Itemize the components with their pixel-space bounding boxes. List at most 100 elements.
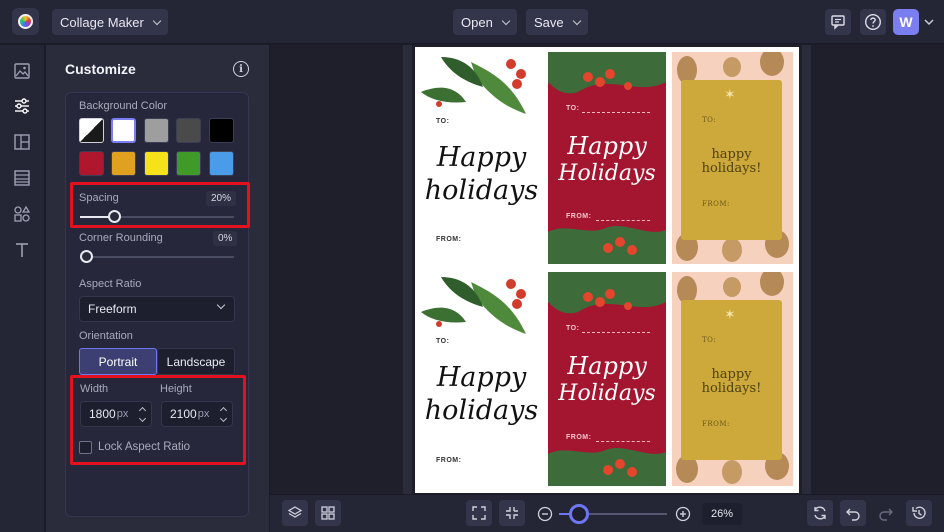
gold-top-message-line2: holidays! bbox=[701, 161, 762, 176]
expand-icon bbox=[472, 506, 486, 520]
top-bar: Collage Maker Open Save W bbox=[0, 0, 944, 44]
chevron-down-icon bbox=[572, 16, 581, 25]
redo-button[interactable] bbox=[873, 500, 899, 526]
info-icon[interactable]: i bbox=[233, 61, 249, 77]
app-logo[interactable] bbox=[12, 8, 39, 35]
spacing-slider-handle[interactable] bbox=[108, 210, 121, 223]
width-unit: px bbox=[116, 408, 129, 420]
text-icon[interactable] bbox=[13, 241, 31, 259]
grid-icon bbox=[321, 506, 335, 520]
tag-white-bottom[interactable]: TO: Happy holidays FROM: bbox=[421, 272, 542, 486]
canvas-scroll-left[interactable] bbox=[403, 45, 412, 494]
sliders-icon[interactable] bbox=[13, 97, 31, 115]
layers-button[interactable] bbox=[282, 500, 308, 526]
swatch-green[interactable] bbox=[176, 151, 201, 176]
graphics-icon[interactable] bbox=[13, 205, 31, 223]
canvas-scroll-right[interactable] bbox=[802, 45, 811, 494]
actual-size-button[interactable] bbox=[499, 500, 525, 526]
reset-button[interactable] bbox=[807, 500, 833, 526]
holly-leaves-icon bbox=[421, 277, 526, 334]
holly-leaves-icon bbox=[421, 57, 526, 114]
swatch-red[interactable] bbox=[79, 151, 104, 176]
tag-gold-bottom[interactable]: ✶ TO: happy holidays! FROM: bbox=[672, 272, 793, 486]
red-top-to-line bbox=[582, 112, 650, 113]
corner-rounding-slider-handle[interactable] bbox=[80, 250, 93, 263]
image-icon[interactable] bbox=[13, 62, 31, 80]
feedback-button[interactable] bbox=[825, 9, 851, 35]
gold-bottom-message-line1: happy bbox=[711, 367, 752, 382]
swatch-blue[interactable] bbox=[209, 151, 234, 176]
zoom-out-icon[interactable] bbox=[537, 506, 553, 522]
fit-to-screen-button[interactable] bbox=[466, 500, 492, 526]
help-button[interactable] bbox=[860, 9, 886, 35]
height-label: Height bbox=[160, 383, 192, 395]
gold-top-from-label: FROM: bbox=[702, 200, 730, 208]
save-button[interactable]: Save bbox=[526, 9, 588, 35]
swatch-white[interactable] bbox=[111, 118, 136, 143]
tag-white-top[interactable]: TO: Happy holidays FROM: bbox=[421, 52, 542, 264]
width-input[interactable]: 1800 px bbox=[80, 401, 152, 427]
gold-top-to-label: TO: bbox=[702, 116, 717, 124]
star-icon: ✶ bbox=[724, 86, 736, 102]
aspect-ratio-select[interactable]: Freeform bbox=[79, 296, 235, 322]
tag-red-bottom[interactable]: TO: Happy Holidays FROM: bbox=[548, 272, 666, 486]
tag-gold-top[interactable]: ✶ TO: happy holidays! FROM: bbox=[672, 52, 793, 264]
height-input[interactable]: 2100 px bbox=[161, 401, 233, 427]
portrait-toggle[interactable]: Portrait bbox=[79, 348, 157, 375]
swatch-gray[interactable] bbox=[144, 118, 169, 143]
white-bottom-to-label: TO: bbox=[436, 338, 450, 345]
texture-icon[interactable] bbox=[13, 169, 31, 187]
white-top-to-label: TO: bbox=[436, 118, 450, 125]
swatch-dark-gray[interactable] bbox=[176, 118, 201, 143]
zoom-in-icon[interactable] bbox=[675, 506, 691, 522]
chevron-down-icon bbox=[216, 300, 226, 310]
grid-view-button[interactable] bbox=[315, 500, 341, 526]
corner-rounding-label: Corner Rounding bbox=[79, 232, 163, 244]
width-stepper[interactable] bbox=[137, 405, 148, 423]
swatch-transparent[interactable] bbox=[79, 118, 104, 143]
swatch-yellow[interactable] bbox=[144, 151, 169, 176]
tool-rail bbox=[0, 45, 45, 532]
chevron-down-icon[interactable] bbox=[924, 19, 934, 26]
gold-bottom-to-label: TO: bbox=[702, 336, 717, 344]
history-button[interactable] bbox=[906, 500, 932, 526]
undo-button[interactable] bbox=[840, 500, 866, 526]
help-icon bbox=[864, 13, 882, 31]
red-top-from-label: FROM: bbox=[566, 213, 592, 220]
lock-aspect-ratio-label[interactable]: Lock Aspect Ratio bbox=[98, 441, 190, 453]
lock-aspect-ratio-checkbox[interactable] bbox=[79, 441, 92, 454]
swatch-black[interactable] bbox=[209, 118, 234, 143]
mode-label: Collage Maker bbox=[60, 14, 144, 30]
zoom-slider-handle[interactable] bbox=[569, 504, 589, 524]
redo-icon bbox=[879, 508, 893, 521]
red-bottom-to-line bbox=[582, 332, 650, 333]
white-bottom-from-label: FROM: bbox=[436, 457, 462, 464]
zoom-value[interactable]: 26% bbox=[702, 503, 742, 525]
red-top-message-line1: Happy bbox=[567, 132, 647, 160]
logo-mark-icon bbox=[18, 14, 33, 29]
open-label: Open bbox=[461, 14, 493, 30]
gold-bottom-from-label: FROM: bbox=[702, 420, 730, 428]
save-label: Save bbox=[534, 14, 564, 30]
white-top-message-line2: holidays bbox=[424, 175, 539, 206]
swatch-orange[interactable] bbox=[111, 151, 136, 176]
mode-dropdown[interactable]: Collage Maker bbox=[52, 9, 168, 35]
white-bottom-message-line2: holidays bbox=[424, 395, 539, 426]
red-bottom-from-label: FROM: bbox=[566, 434, 592, 441]
layout-icon[interactable] bbox=[13, 133, 31, 151]
width-label: Width bbox=[80, 383, 109, 395]
white-bottom-message-line1: Happy bbox=[436, 362, 527, 393]
landscape-toggle[interactable]: Landscape bbox=[157, 348, 235, 375]
height-stepper[interactable] bbox=[218, 405, 229, 423]
chevron-down-icon bbox=[152, 16, 162, 25]
corner-rounding-value[interactable]: 0% bbox=[213, 231, 238, 246]
panel-title: Customize bbox=[65, 61, 136, 77]
comment-icon bbox=[831, 15, 845, 30]
background-color-label: Background Color bbox=[79, 100, 168, 112]
tag-red-top[interactable]: TO: Happy Holidays FROM: bbox=[548, 52, 666, 264]
open-button[interactable]: Open bbox=[453, 9, 517, 35]
spacing-value[interactable]: 20% bbox=[206, 191, 237, 206]
corner-rounding-slider-track[interactable] bbox=[80, 256, 234, 258]
user-avatar[interactable]: W bbox=[893, 9, 919, 35]
red-top-message-line2: Holidays bbox=[558, 161, 656, 186]
